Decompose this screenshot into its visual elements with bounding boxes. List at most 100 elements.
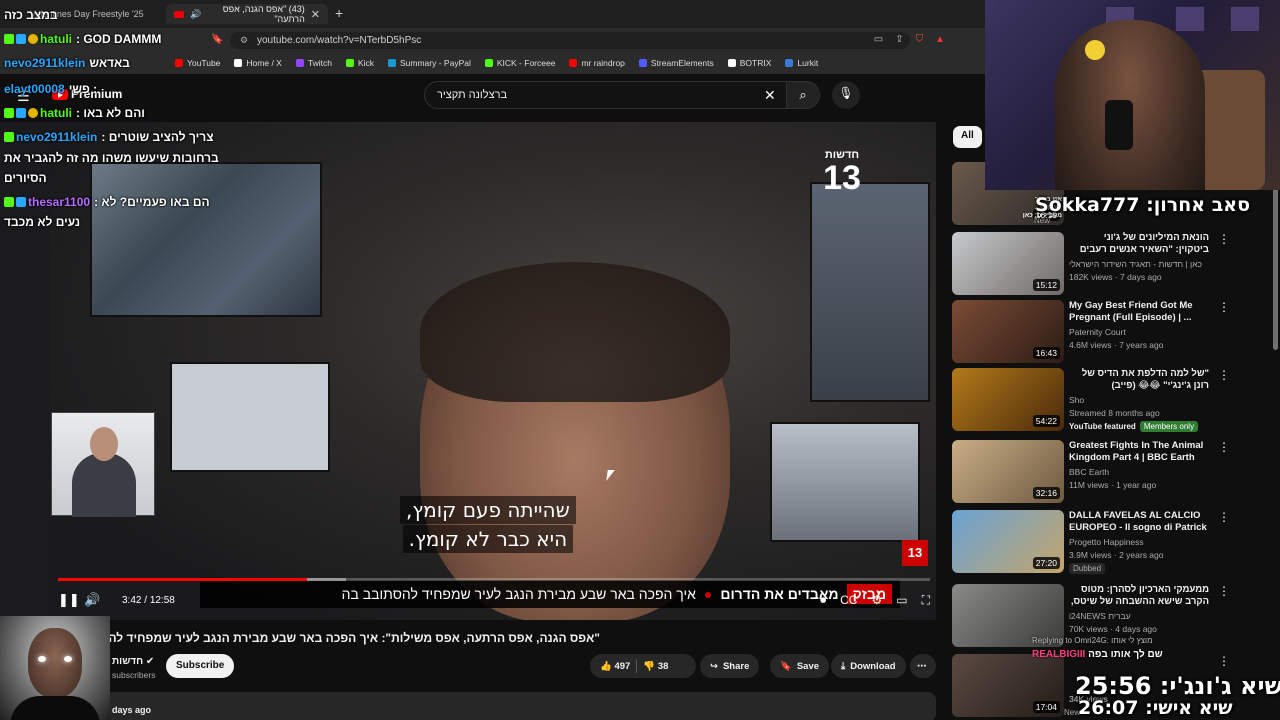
recommended-title[interactable]: Greatest Fights In The Animal Kingdom Pa… (1069, 440, 1209, 464)
bookmark-item[interactable]: mr raindrop (569, 58, 625, 68)
recommended-channel[interactable]: Progetto Happiness (1069, 537, 1209, 547)
chip-all[interactable]: All (953, 126, 982, 148)
pause-button[interactable]: ❚❚ (58, 592, 84, 608)
brave-shield-icon[interactable]: ⛉ (916, 34, 924, 45)
more-vertical-icon[interactable]: ⋮ (1218, 368, 1230, 382)
recommended-title[interactable]: My Gay Best Friend Got Me Pregnant (Full… (1069, 300, 1209, 324)
fullscreen-icon[interactable]: ⛶ (922, 593, 930, 608)
chat-username[interactable]: hatuli (40, 32, 72, 46)
url-field[interactable]: ⚙ youtube.com/watch?v=NTerbD5hPsc (230, 32, 910, 49)
bookmark-label: Summary - PayPal (400, 58, 471, 68)
thumbs-up-icon: 👍 (600, 660, 612, 672)
video-thumbnail[interactable]: 27:20 (952, 510, 1064, 573)
dislike-button[interactable]: 👎 38 (643, 661, 668, 672)
video-thumbnail[interactable]: 54:22 (952, 368, 1064, 431)
more-vertical-icon[interactable]: ⋮ (1218, 440, 1230, 454)
more-vertical-icon[interactable]: ⋮ (1218, 232, 1230, 246)
bookmark-item[interactable]: StreamElements (638, 58, 714, 68)
chat-username[interactable]: thesar1100 (28, 195, 90, 209)
voice-search-button[interactable]: 🎙 (832, 81, 860, 109)
duration-badge: 16:43 (1032, 347, 1060, 359)
chat-username[interactable]: nevo2911klein (16, 130, 97, 144)
more-vertical-icon[interactable]: ⋮ (1218, 300, 1230, 314)
share-button[interactable]: ↪ Share (700, 654, 760, 678)
recommended-video[interactable]: 27:20 DALLA FAVELAS AL CALCIO EUROPEO - I… (952, 510, 1272, 574)
recommended-title[interactable]: "של למה הדלפת את הדיס של רונן ג'ינג'י" 😂… (1069, 368, 1209, 392)
bookmark-item[interactable]: KICK - Forceee (484, 58, 555, 68)
bookmark-label: BOTRIX (739, 58, 772, 68)
interpreter-body (72, 453, 136, 517)
cast-icon[interactable]: ▭ (874, 34, 883, 45)
search-input[interactable]: ברצלונה תקציר (424, 81, 788, 109)
like-button[interactable]: 👍 497 (600, 661, 630, 672)
duration-badge: 27:20 (1032, 557, 1060, 569)
chat-badge-icon (16, 108, 26, 118)
recommended-channel[interactable]: BBC Earth (1069, 467, 1209, 477)
more-actions-button[interactable]: ⋯ (910, 654, 936, 678)
chat-username[interactable]: nevo2911klein (4, 56, 85, 70)
bookmark-favicon-icon (638, 59, 647, 67)
description-box[interactable] (105, 692, 936, 720)
reply-text: שם לך אותו בפה (1088, 649, 1163, 660)
bookmark-favicon-icon (785, 59, 794, 67)
captions-icon[interactable]: CC (840, 593, 857, 608)
subscriber-count: subscribers (112, 670, 156, 680)
recommended-meta: 11M views · 1 year ago (1069, 480, 1157, 490)
progress-bar[interactable] (58, 578, 930, 581)
chat-badge-icon (28, 34, 38, 44)
save-button[interactable]: 🔖 Save (770, 654, 830, 678)
logo-number: 13 (823, 159, 861, 197)
settings-gear-icon[interactable]: ⚙ (871, 593, 882, 608)
share-icon[interactable]: ⇪ (895, 34, 903, 45)
close-tab-icon[interactable]: ✕ (311, 8, 320, 21)
recommended-video[interactable]: 54:22 "של למה הדלפת את הדיס של רונן ג'ינג… (952, 368, 1272, 432)
recommended-channel[interactable]: Paternity Court (1069, 327, 1209, 337)
recommended-channel[interactable]: כאן | חדשות - תאגיד השידור הישראלי (1069, 259, 1209, 269)
recommended-title[interactable]: DALLA FAVELAS AL CALCIO EUROPEO - Il sog… (1069, 510, 1209, 534)
video-thumbnail[interactable]: 32:16 (952, 440, 1064, 503)
recommended-video[interactable]: 15:12 הונאת המיליונים של ג'וני ביטקוין: "… (952, 232, 1272, 296)
recommended-video[interactable]: 32:16 Greatest Fights In The Animal Kingd… (952, 440, 1272, 504)
search-button[interactable]: ⌕ (786, 81, 820, 109)
recommended-badge: YouTube featured Members only (1069, 421, 1199, 432)
new-tab-button[interactable]: + (335, 5, 343, 21)
duration-badge: 54:22 (1032, 415, 1060, 427)
recommended-channel[interactable]: Sho (1069, 395, 1209, 405)
recommended-channel[interactable]: i24NEWS עברית (1069, 611, 1209, 621)
clear-search-icon[interactable]: ✕ (764, 87, 776, 104)
theater-mode-icon[interactable]: ▭ (896, 593, 907, 608)
sidebar-scrollbar[interactable] (1273, 170, 1278, 350)
volume-icon[interactable]: 🔊 (84, 592, 110, 608)
recommended-title[interactable]: ממעמקי הארכיון לסהרן: מטוס הקרב שישא ההש… (1069, 584, 1209, 608)
chat-username[interactable]: elayt00008 (4, 82, 65, 96)
progress-played (58, 578, 308, 581)
video-thumbnail[interactable]: 15:12 (952, 232, 1064, 295)
bookmark-item[interactable]: Kick (345, 58, 374, 68)
video-thumbnail[interactable]: 16:43 (952, 300, 1064, 363)
channel-13-logo: חדשות 13 (820, 149, 864, 203)
download-button[interactable]: ⤓ Download (831, 654, 906, 678)
subscribe-button[interactable]: Subscribe (166, 654, 235, 678)
bookmark-item[interactable]: Lurkit (785, 58, 818, 68)
bookmark-label: mr raindrop (581, 58, 625, 68)
time-current: 3:42 (122, 594, 142, 606)
bookmark-item[interactable]: Summary - PayPal (388, 58, 471, 68)
channel-corner-badge: 13 (902, 540, 928, 566)
autoplay-toggle[interactable]: ⏺ (820, 593, 826, 608)
share-label: Share (722, 660, 750, 672)
search-query: ברצלונה תקציר (437, 89, 508, 101)
bookmark-item[interactable]: BOTRIX (727, 58, 772, 68)
brave-rewards-icon[interactable]: ▲ (935, 34, 945, 45)
bookmark-item[interactable]: Twitch (295, 58, 332, 68)
channel-name[interactable]: חדשות ✔ (112, 656, 154, 667)
verified-icon: ✔ (145, 656, 155, 667)
recommended-video[interactable]: 16:43 My Gay Best Friend Got Me Pregnant … (952, 300, 1272, 364)
recommended-title[interactable]: הונאת המיליונים של ג'וני ביטקוין: "השאיר… (1069, 232, 1209, 256)
chat-username[interactable]: hatuli (40, 106, 72, 120)
posted-date: days ago (112, 705, 152, 715)
background-monitor (770, 422, 920, 542)
more-vertical-icon[interactable]: ⋮ (1218, 510, 1230, 524)
more-vertical-icon[interactable]: ⋮ (1218, 584, 1230, 598)
bookmark-favicon-icon (484, 59, 493, 67)
download-label: Download (850, 660, 896, 672)
